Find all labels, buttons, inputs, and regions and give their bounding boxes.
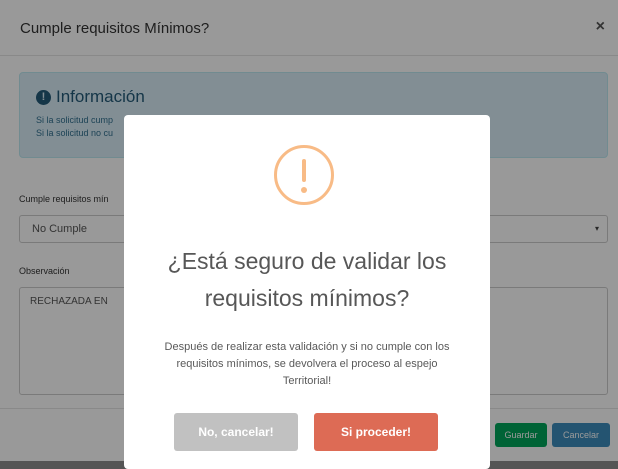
confirm-message-line: Después de realizar esta validación y si… bbox=[164, 341, 450, 353]
confirm-title-line: requisitos mínimos? bbox=[204, 285, 410, 311]
cancel-button[interactable]: No, cancelar! bbox=[174, 413, 298, 451]
confirm-message-line: requisitos mínimos, se devolvera el proc… bbox=[176, 358, 438, 370]
confirm-button[interactable]: Si proceder! bbox=[314, 413, 438, 451]
warning-icon bbox=[274, 145, 334, 205]
confirm-dialog: ¿Está seguro de validar los requisitos m… bbox=[124, 115, 490, 469]
confirm-title: ¿Está seguro de validar los requisitos m… bbox=[124, 243, 490, 317]
confirm-title-line: ¿Está seguro de validar los bbox=[167, 248, 447, 274]
warning-icon-dot bbox=[301, 187, 307, 193]
confirm-message: Después de realizar esta validación y si… bbox=[146, 339, 468, 390]
warning-icon-bar bbox=[302, 159, 306, 182]
confirm-message-line: Territorial! bbox=[282, 375, 332, 387]
